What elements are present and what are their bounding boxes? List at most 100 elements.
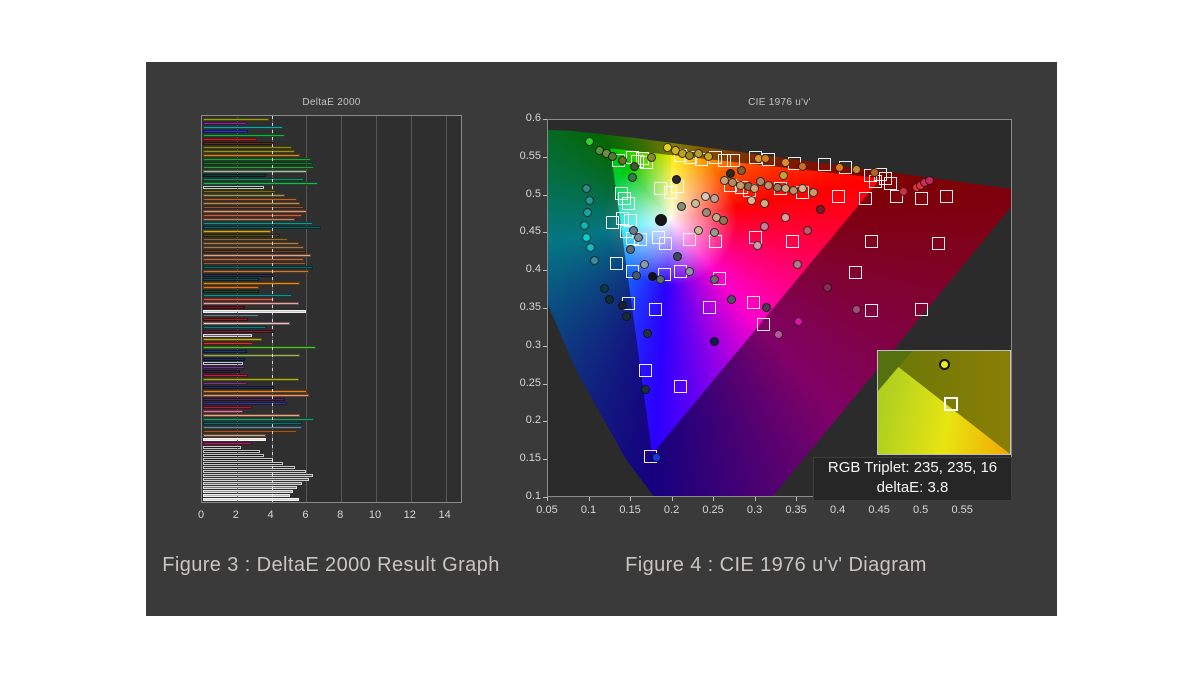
measured-point[interactable] — [794, 317, 803, 326]
y-tick-label: 0.25 — [499, 377, 541, 389]
reference-point[interactable] — [915, 303, 928, 316]
measured-point[interactable] — [608, 152, 617, 161]
measured-point[interactable] — [781, 158, 790, 167]
reference-point[interactable] — [940, 190, 953, 203]
bar — [203, 234, 280, 237]
bar — [203, 174, 266, 177]
reference-point[interactable] — [610, 257, 623, 270]
measured-point[interactable] — [677, 202, 686, 211]
reference-point[interactable] — [818, 158, 831, 171]
bar — [203, 198, 297, 201]
y-tick-label: 0.6 — [499, 112, 541, 124]
bar — [203, 426, 302, 429]
bar — [203, 278, 259, 281]
bar — [203, 122, 247, 125]
reference-point[interactable] — [709, 235, 722, 248]
measured-point[interactable] — [835, 163, 844, 172]
measured-point[interactable] — [622, 312, 631, 321]
bar — [203, 326, 266, 329]
measured-point[interactable] — [580, 221, 589, 230]
reference-point[interactable] — [659, 237, 672, 250]
deltae-bar-chart — [201, 115, 462, 503]
bar — [203, 262, 306, 265]
measured-point[interactable] — [585, 196, 594, 205]
reference-point[interactable] — [865, 304, 878, 317]
measured-point[interactable] — [925, 176, 934, 185]
bar — [203, 438, 266, 441]
measured-point[interactable] — [694, 149, 703, 158]
measured-point[interactable] — [641, 385, 650, 394]
y-tick — [543, 346, 547, 347]
bar — [203, 374, 248, 377]
bar — [203, 494, 290, 497]
measured-point[interactable] — [618, 301, 627, 310]
reference-point[interactable] — [683, 233, 696, 246]
measured-point[interactable] — [852, 305, 861, 314]
reference-point[interactable] — [865, 235, 878, 248]
bar — [203, 158, 311, 161]
x-tick-label: 2 — [224, 509, 248, 521]
reference-point[interactable] — [832, 190, 845, 203]
reference-point[interactable] — [727, 154, 740, 167]
measured-point[interactable] — [582, 233, 591, 242]
measured-point[interactable] — [747, 196, 756, 205]
measured-point[interactable] — [704, 152, 713, 161]
reference-point[interactable] — [915, 192, 928, 205]
bar — [203, 146, 292, 149]
bar — [203, 302, 299, 305]
bar — [203, 422, 302, 425]
reference-point[interactable] — [859, 192, 872, 205]
bar — [203, 170, 307, 173]
measured-point[interactable] — [626, 245, 635, 254]
bar — [203, 318, 248, 321]
bar — [203, 390, 307, 393]
measured-point[interactable] — [585, 137, 594, 146]
measured-point[interactable] — [582, 184, 591, 193]
measured-point[interactable] — [647, 153, 656, 162]
reference-point[interactable] — [703, 301, 716, 314]
reference-point[interactable] — [622, 197, 635, 210]
bar — [203, 378, 299, 381]
cie-chart-title: CIE 1976 u'v' — [547, 97, 1012, 108]
reference-point[interactable] — [747, 296, 760, 309]
measured-point[interactable] — [694, 226, 703, 235]
measured-point[interactable] — [753, 241, 762, 250]
bar — [203, 358, 245, 361]
results-panel: DeltaE 2000 02468101214 CIE 1976 u'v' 0.… — [146, 62, 1057, 616]
measured-point[interactable] — [816, 205, 825, 214]
measured-point[interactable] — [630, 162, 639, 171]
measured-point[interactable] — [640, 260, 649, 269]
measured-point[interactable] — [798, 162, 807, 171]
reference-point[interactable] — [674, 380, 687, 393]
measured-point[interactable] — [762, 303, 771, 312]
page: DeltaE 2000 02468101214 CIE 1976 u'v' 0.… — [0, 0, 1200, 680]
bar — [203, 294, 292, 297]
y-tick-label: 0.2 — [499, 414, 541, 426]
reference-point[interactable] — [639, 364, 652, 377]
reference-point[interactable] — [932, 237, 945, 250]
x-tick-label: 0.1 — [571, 504, 607, 516]
measured-point[interactable] — [655, 214, 667, 226]
measured-point[interactable] — [719, 216, 728, 225]
reference-point[interactable] — [884, 177, 897, 190]
measured-point[interactable] — [781, 213, 790, 222]
measured-point[interactable] — [823, 283, 832, 292]
measured-point[interactable] — [764, 181, 773, 190]
bar — [203, 314, 259, 317]
measured-point[interactable] — [600, 284, 609, 293]
x-tick — [547, 497, 548, 501]
reference-point[interactable] — [757, 318, 770, 331]
measured-point[interactable] — [793, 260, 802, 269]
bar — [203, 286, 259, 289]
measured-point[interactable] — [710, 337, 719, 346]
reference-point[interactable] — [786, 235, 799, 248]
dashed-guide-line — [272, 116, 273, 502]
measured-point[interactable] — [652, 453, 661, 462]
y-tick — [543, 157, 547, 158]
reference-point[interactable] — [849, 266, 862, 279]
measured-point[interactable] — [583, 208, 592, 217]
measured-point[interactable] — [632, 271, 641, 280]
measured-point[interactable] — [852, 165, 861, 174]
bar — [203, 442, 252, 445]
reference-point[interactable] — [649, 303, 662, 316]
